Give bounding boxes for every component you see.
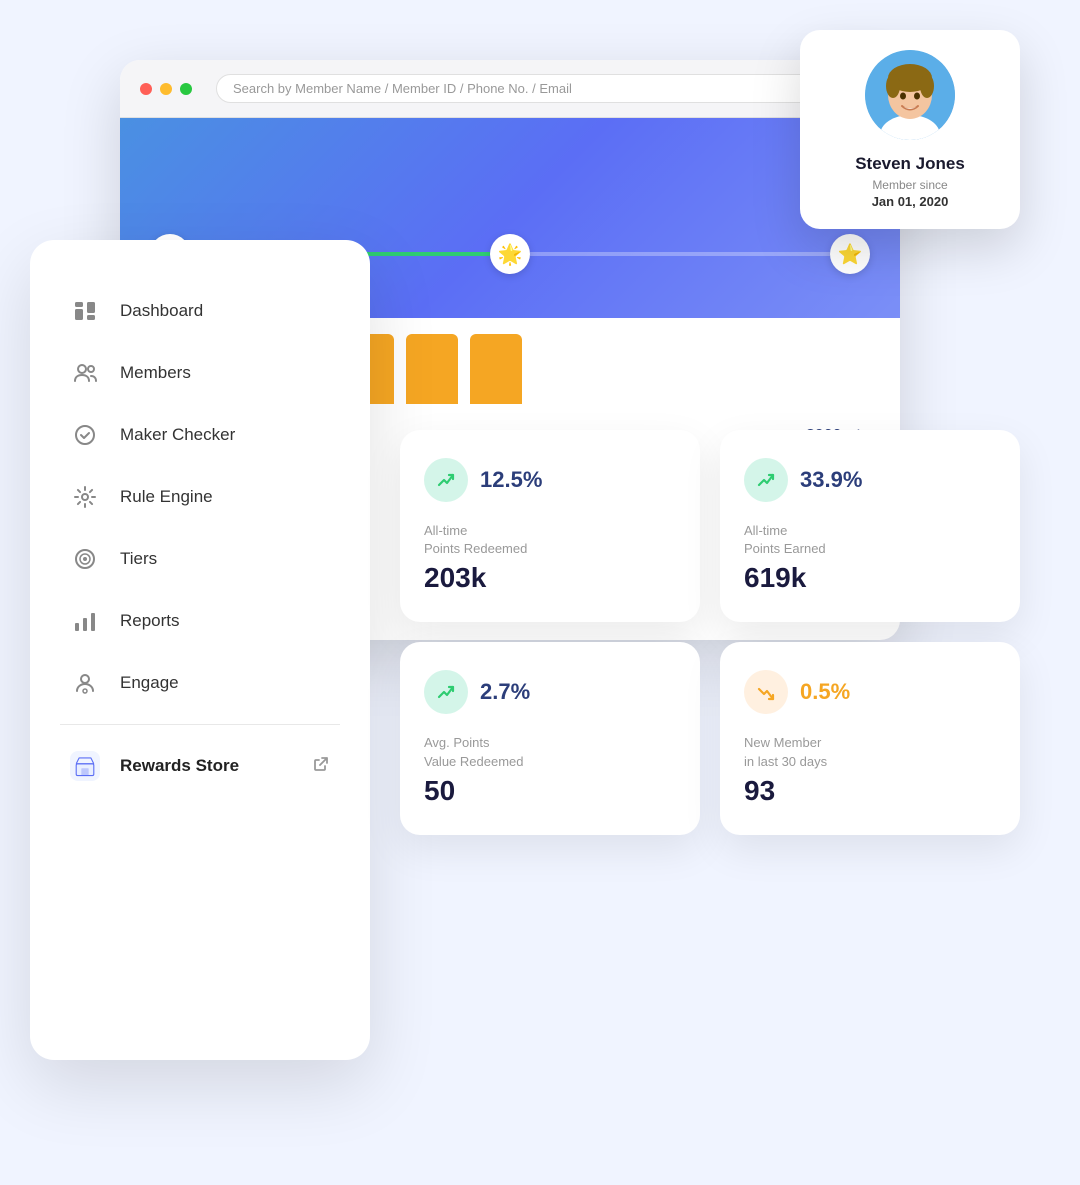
tier-line-inactive — [530, 252, 830, 256]
reports-icon — [70, 606, 100, 636]
stat-card-4-pct: 0.5% — [800, 679, 850, 705]
nav-divider — [60, 724, 340, 725]
members-icon — [70, 358, 100, 388]
stat-card-3-subtitle: Avg. PointsValue Redeemed — [424, 734, 676, 770]
store-bar-5 — [406, 334, 458, 404]
rule-engine-label: Rule Engine — [120, 487, 213, 507]
stat-card-1-subtitle: All-timePoints Redeemed — [424, 522, 676, 558]
sidebar-item-tiers[interactable]: Tiers — [60, 528, 340, 590]
tiers-icon — [70, 544, 100, 574]
trend-bubble-1 — [424, 458, 468, 502]
avatar — [865, 50, 955, 140]
stat-card-avg-points: 2.7% Avg. PointsValue Redeemed 50 — [400, 642, 700, 834]
stat-card-4-value: 93 — [744, 775, 996, 807]
profile-since-label: Member since — [820, 178, 1000, 192]
tier-star-2: 🌟 — [490, 234, 530, 274]
sidebar-item-members[interactable]: Members — [60, 342, 340, 404]
stat-card-3-header: 2.7% — [424, 670, 676, 714]
sidebar-panel: Dashboard Members Maker Checker — [30, 240, 370, 1060]
avatar-svg — [865, 50, 955, 140]
stat-card-2-header: 33.9% — [744, 458, 996, 502]
dashboard-label: Dashboard — [120, 301, 203, 321]
dot-red[interactable] — [140, 83, 152, 95]
stat-card-4-header: 0.5% — [744, 670, 996, 714]
stat-card-4-subtitle: New Memberin last 30 days — [744, 734, 996, 770]
trend-bubble-2 — [744, 458, 788, 502]
sidebar-item-dashboard[interactable]: Dashboard — [60, 280, 340, 342]
search-placeholder-text: Search by Member Name / Member ID / Phon… — [233, 81, 572, 96]
trend-bubble-3 — [424, 670, 468, 714]
sidebar-item-rule-engine[interactable]: Rule Engine — [60, 466, 340, 528]
scene: Search by Member Name / Member ID / Phon… — [0, 0, 1080, 1185]
profile-card: Steven Jones Member since Jan 01, 2020 — [800, 30, 1020, 229]
stat-card-points-redeemed: 12.5% All-timePoints Redeemed 203k — [400, 430, 700, 622]
stat-card-3-pct: 2.7% — [480, 679, 530, 705]
members-label: Members — [120, 363, 191, 383]
profile-name: Steven Jones — [820, 154, 1000, 174]
rewards-store-icon — [70, 751, 100, 781]
engage-label: Engage — [120, 673, 179, 693]
maker-checker-icon — [70, 420, 100, 450]
sidebar-item-engage[interactable]: Engage — [60, 652, 340, 714]
dot-yellow[interactable] — [160, 83, 172, 95]
stat-card-new-member: 0.5% New Memberin last 30 days 93 — [720, 642, 1020, 834]
profile-since-date: Jan 01, 2020 — [820, 194, 1000, 209]
stat-card-points-earned: 33.9% All-timePoints Earned 619k — [720, 430, 1020, 622]
sidebar-item-rewards-store[interactable]: Rewards Store — [60, 735, 340, 797]
sidebar-item-reports[interactable]: Reports — [60, 590, 340, 652]
engage-icon — [70, 668, 100, 698]
stat-card-2-value: 619k — [744, 562, 996, 594]
stat-card-2-pct: 33.9% — [800, 467, 862, 493]
reports-label: Reports — [120, 611, 180, 631]
rewards-store-label: Rewards Store — [120, 756, 239, 776]
stat-card-1-pct: 12.5% — [480, 467, 542, 493]
stat-card-1-value: 203k — [424, 562, 676, 594]
maker-checker-label: Maker Checker — [120, 425, 235, 445]
store-bar-6 — [470, 334, 522, 404]
tier-star-3: ⭐ — [830, 234, 870, 274]
stat-card-3-value: 50 — [424, 775, 676, 807]
tiers-label: Tiers — [120, 549, 157, 569]
stats-cards-grid: 12.5% All-timePoints Redeemed 203k 33.9%… — [400, 430, 1020, 835]
external-link-icon — [312, 755, 330, 778]
browser-titlebar: Search by Member Name / Member ID / Phon… — [120, 60, 900, 118]
stat-card-1-header: 12.5% — [424, 458, 676, 502]
search-bar[interactable]: Search by Member Name / Member ID / Phon… — [216, 74, 880, 103]
stat-card-2-subtitle: All-timePoints Earned — [744, 522, 996, 558]
trend-bubble-4 — [744, 670, 788, 714]
dot-green[interactable] — [180, 83, 192, 95]
sidebar-item-maker-checker[interactable]: Maker Checker — [60, 404, 340, 466]
dashboard-icon — [70, 296, 100, 326]
rule-engine-icon — [70, 482, 100, 512]
